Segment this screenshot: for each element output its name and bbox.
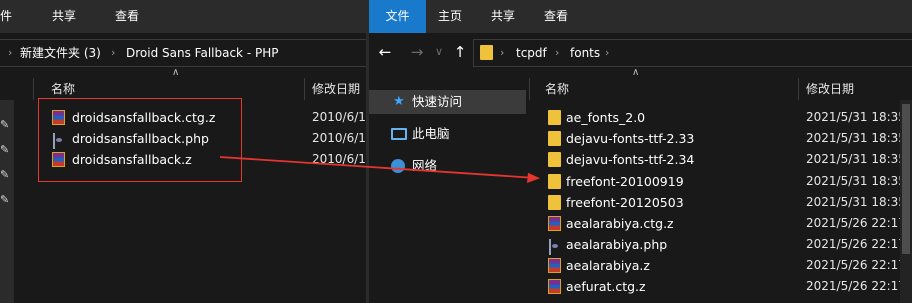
rar-archive-icon (548, 258, 561, 273)
file-date: 2021/5/31 18:35 (806, 131, 906, 145)
tab-share[interactable]: 共享 (491, 0, 515, 33)
tab-file-partial[interactable]: 件 (0, 0, 12, 33)
file-row[interactable]: freefont-20100919 2021/5/31 18:35 (529, 171, 912, 192)
rar-archive-icon (548, 279, 561, 294)
folder-icon (548, 174, 561, 189)
file-name: aealarabiya.z (566, 258, 650, 273)
ribbon: 件 共享 查看 (0, 0, 369, 33)
chevron-right-icon: › (500, 46, 505, 59)
column-header-date[interactable]: 修改日期 (806, 76, 854, 102)
column-header-name[interactable]: 名称 (545, 76, 569, 102)
column-header-date[interactable]: 修改日期 (312, 76, 360, 102)
highlight-annotation-box (38, 98, 242, 182)
tab-view[interactable]: 查看 (544, 0, 568, 33)
navigation-pane: ★ 快速访问 此电脑 网络 (369, 90, 526, 303)
file-name: freefont-20100919 (566, 174, 684, 189)
forward-arrow-icon[interactable]: → (406, 38, 428, 66)
file-name: ae_fonts_2.0 (566, 110, 646, 125)
file-row[interactable]: ae_fonts_2.0 2021/5/31 18:35 (529, 107, 912, 128)
file-date: 2010/6/11 (312, 131, 369, 145)
address-bar: › › 新建文件夹 (3) › Droid Sans Fallback - PH… (0, 38, 369, 67)
file-date: 2021/5/26 22:17 (806, 237, 906, 251)
file-row[interactable]: aealarabiya.php 2021/5/26 22:17 (529, 234, 912, 255)
sort-ascending-icon: ∧ (632, 67, 640, 78)
rar-archive-icon (548, 216, 561, 231)
nav-item-label: 网络 (412, 158, 438, 173)
chevron-right-icon: › (605, 46, 610, 59)
file-name: freefont-20120503 (566, 195, 684, 210)
folder-icon (548, 110, 561, 125)
file-name: aealarabiya.ctg.z (566, 216, 674, 231)
chevron-right-icon: › (555, 46, 560, 59)
folder-icon (548, 131, 561, 146)
file-name: dejavu-fonts-ttf-2.33 (566, 131, 695, 146)
back-arrow-icon[interactable]: ← (374, 38, 396, 66)
recent-locations-icon[interactable]: ∨ (428, 38, 450, 66)
up-arrow-icon[interactable]: ↑ (449, 38, 471, 66)
file-row[interactable]: freefont-20120503 2021/5/31 18:35 (529, 192, 912, 213)
tab-view[interactable]: 查看 (115, 0, 139, 33)
address-box[interactable]: › tcpdf › fonts › (473, 39, 912, 67)
folder-icon (548, 195, 561, 210)
tab-share[interactable]: 共享 (52, 0, 76, 33)
column-separator[interactable] (33, 78, 34, 100)
left-explorer-window: 件 共享 查看 › › 新建文件夹 (3) › Droid Sans Fallb… (0, 0, 369, 303)
file-date: 2021/5/26 22:17 (806, 216, 906, 230)
chevron-right-icon: › (8, 46, 13, 59)
breadcrumb-item[interactable]: fonts (570, 40, 600, 66)
file-date: 2021/5/31 18:35 (806, 110, 906, 124)
file-row[interactable]: aefurat.ctg.z 2021/5/26 22:17 (529, 276, 912, 297)
scrollbar-thumb[interactable] (902, 104, 910, 254)
right-explorer-window: 文件 主页 共享 查看 ← → ∨ ↑ › tcpdf › fonts › ★ … (369, 0, 912, 303)
nav-item-quick-access[interactable]: ★ 快速访问 (369, 90, 526, 114)
file-name: dejavu-fonts-ttf-2.34 (566, 152, 695, 167)
chevron-right-icon: › (111, 46, 116, 59)
file-date: 2021/5/31 18:35 (806, 174, 906, 188)
pin-icon[interactable]: ✎ (0, 193, 12, 206)
file-row[interactable]: aealarabiya.ctg.z 2021/5/26 22:17 (529, 213, 912, 234)
file-name: aealarabiya.php (566, 237, 668, 252)
ribbon: 文件 主页 共享 查看 (369, 0, 912, 33)
file-date: 2021/5/26 22:17 (806, 258, 906, 272)
star-icon: ★ (393, 94, 405, 109)
network-icon (391, 159, 405, 173)
vertical-scrollbar[interactable] (900, 100, 912, 303)
folder-icon (548, 152, 561, 167)
sort-ascending-icon: ∧ (172, 67, 180, 78)
address-bar: ← → ∨ ↑ › tcpdf › fonts › (369, 38, 912, 67)
folder-icon (480, 45, 493, 60)
tab-home[interactable]: 主页 (438, 0, 462, 33)
file-date: 2021/5/26 22:17 (806, 279, 906, 293)
nav-item-label: 快速访问 (412, 94, 463, 109)
nav-item-this-pc[interactable]: 此电脑 (369, 122, 526, 146)
breadcrumb-item[interactable]: tcpdf (516, 40, 547, 66)
breadcrumb-item[interactable]: 新建文件夹 (3) (20, 40, 101, 66)
file-date: 2010/6/11 (312, 152, 369, 166)
computer-icon (391, 128, 407, 140)
file-date: 2021/5/31 18:35 (806, 152, 906, 166)
php-file-icon (549, 239, 551, 255)
file-row[interactable]: dejavu-fonts-ttf-2.33 2021/5/31 18:35 (529, 128, 912, 149)
column-separator[interactable] (304, 78, 305, 100)
file-date: 2010/6/11 (312, 110, 369, 124)
nav-item-network[interactable]: 网络 (369, 154, 526, 178)
column-separator[interactable] (529, 78, 530, 100)
nav-item-label: 此电脑 (412, 126, 450, 141)
address-box[interactable]: › 新建文件夹 (3) › Droid Sans Fallback - PHP (0, 39, 369, 67)
file-row[interactable]: dejavu-fonts-ttf-2.34 2021/5/31 18:35 (529, 149, 912, 170)
breadcrumb-item[interactable]: Droid Sans Fallback - PHP (126, 40, 278, 66)
column-separator[interactable] (798, 78, 799, 100)
file-row[interactable]: aealarabiya.z 2021/5/26 22:17 (529, 255, 912, 276)
tab-file[interactable]: 文件 (369, 0, 426, 33)
file-name: aefurat.ctg.z (566, 279, 646, 294)
file-date: 2021/5/31 18:35 (806, 195, 906, 209)
